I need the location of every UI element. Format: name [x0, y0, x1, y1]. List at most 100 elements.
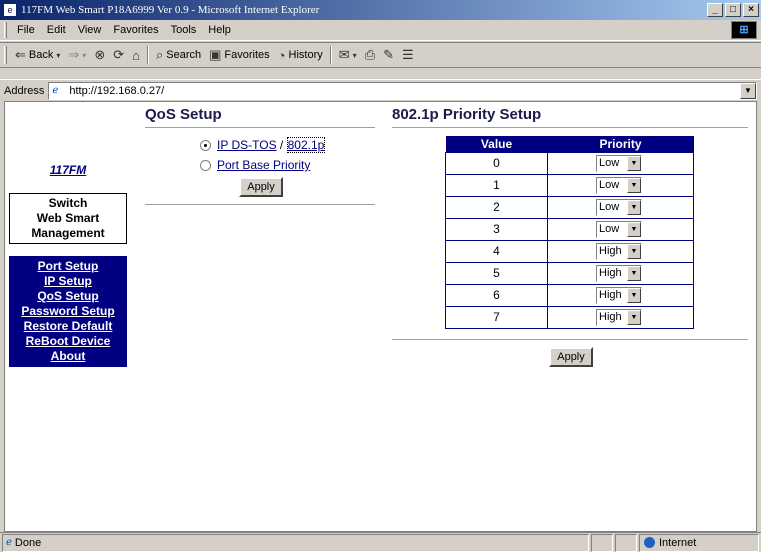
menu-help[interactable]: Help — [202, 24, 237, 36]
close-button[interactable]: × — [743, 3, 759, 17]
dropdown-arrow-icon[interactable]: ▼ — [627, 287, 641, 303]
dropdown-arrow-icon[interactable]: ▼ — [627, 199, 641, 215]
toolbar-separator — [146, 46, 149, 64]
globe-icon — [644, 537, 655, 548]
nav-password-setup[interactable]: Password Setup — [9, 304, 127, 319]
priority-bottom-divider — [392, 338, 748, 340]
qos-apply-wrap: Apply — [145, 177, 375, 197]
ie-page-icon: e — [3, 3, 17, 17]
toolbar-grip — [4, 46, 7, 64]
dropdown-arrow-icon[interactable]: ▼ — [627, 221, 641, 237]
address-dropdown-icon[interactable]: ▼ — [740, 82, 756, 99]
left-nav: 117FM Switch Web Smart Management Port S… — [9, 106, 127, 367]
ie-page-icon: ℯ — [6, 537, 12, 548]
address-bar: Address ℯ http://192.168.0.27/ ▼ — [0, 79, 761, 101]
value-cell: 1 — [445, 173, 548, 197]
maximize-button[interactable]: □ — [725, 3, 741, 17]
discuss-button[interactable]: ☰ — [398, 44, 418, 66]
menu-favorites[interactable]: Favorites — [107, 24, 164, 36]
toolbar: ⇐ Back ▾ ⇒ ▾ ⊗ ⟳ ⌂ ⌕ Search ▣ Favorites … — [0, 42, 761, 68]
port-base-priority-link[interactable]: Port Base Priority — [217, 158, 310, 172]
priority-divider — [392, 127, 748, 128]
discuss-icon: ☰ — [402, 47, 414, 62]
priority-select[interactable]: High ▼ — [596, 242, 642, 260]
802-1p-link[interactable]: 802.1p — [286, 137, 326, 153]
priority-select[interactable]: Low ▼ — [596, 198, 642, 216]
back-button[interactable]: ⇐ Back ▾ — [11, 44, 64, 66]
home-icon: ⌂ — [132, 47, 140, 63]
dropdown-arrow-icon[interactable]: ▼ — [627, 243, 641, 259]
nav-restore-default[interactable]: Restore Default — [9, 319, 127, 334]
dropdown-arrow-icon[interactable]: ▼ — [627, 155, 641, 171]
menu-view[interactable]: View — [72, 24, 108, 36]
priority-cell: Low ▼ — [547, 217, 694, 241]
priority-select[interactable]: Low ▼ — [596, 176, 642, 194]
table-row: 5 High ▼ — [445, 261, 694, 285]
priority-cell: High ▼ — [547, 261, 694, 285]
priority-select[interactable]: Low ▼ — [596, 154, 642, 172]
stop-icon: ⊗ — [94, 47, 106, 62]
menu-bar: File Edit View Favorites Tools Help ⊞ — [0, 20, 761, 41]
home-button[interactable]: ⌂ — [128, 44, 144, 66]
value-cell: 5 — [445, 261, 548, 285]
table-row: 4 High ▼ — [445, 239, 694, 263]
value-cell: 3 — [445, 217, 548, 241]
edit-icon: ✎ — [383, 47, 394, 62]
priority-select[interactable]: High ▼ — [596, 308, 642, 326]
switch-title-line: Web Smart — [36, 211, 100, 225]
menu-edit[interactable]: Edit — [41, 24, 72, 36]
priority-select[interactable]: High ▼ — [596, 286, 642, 304]
nav-about[interactable]: About — [9, 349, 127, 364]
priority-title: 802.1p Priority Setup — [392, 106, 542, 123]
priority-select-value: High — [599, 311, 622, 323]
dropdown-arrow-icon[interactable]: ▼ — [627, 309, 641, 325]
priority-cell: Low ▼ — [547, 173, 694, 197]
nav-qos-setup[interactable]: QoS Setup — [9, 289, 127, 304]
priority-table: Value Priority 0 Low ▼ 1 Low ▼ 2 Low ▼ 3… — [445, 136, 694, 329]
search-button[interactable]: ⌕ Search — [152, 44, 205, 66]
history-button[interactable]: ◔ History — [274, 44, 327, 66]
nav-port-setup[interactable]: Port Setup — [9, 259, 127, 274]
table-row: 7 High ▼ — [445, 305, 694, 329]
security-zone: Internet — [639, 533, 759, 552]
qos-option-separator: / — [276, 138, 287, 152]
nav-menu: Port Setup IP Setup QoS Setup Password S… — [9, 256, 127, 367]
menu-file[interactable]: File — [11, 24, 41, 36]
col-header-priority: Priority — [547, 136, 694, 152]
priority-cell: Low ▼ — [547, 195, 694, 219]
value-cell: 2 — [445, 195, 548, 219]
ie-page-icon: ℯ — [52, 84, 59, 96]
status-main: ℯ Done — [2, 533, 589, 552]
stop-button[interactable]: ⊗ — [90, 44, 109, 66]
favorites-button[interactable]: ▣ Favorites — [205, 44, 274, 66]
refresh-button[interactable]: ⟳ — [109, 44, 128, 66]
favorites-label: Favorites — [224, 49, 270, 61]
print-button[interactable]: ⎙ — [361, 44, 379, 66]
back-dropdown-icon: ▾ — [56, 50, 61, 60]
priority-select[interactable]: Low ▼ — [596, 220, 642, 238]
priority-select[interactable]: High ▼ — [596, 264, 642, 282]
nav-reboot-device[interactable]: ReBoot Device — [9, 334, 127, 349]
qos-apply-button[interactable]: Apply — [239, 177, 283, 197]
toolbar-separator — [329, 46, 332, 64]
qos-section: QoS Setup IP DS-TOS / 802.1p Port Base P… — [145, 106, 375, 205]
qos-radio-ds-tos[interactable] — [200, 139, 211, 151]
brand-link[interactable]: 117FM — [9, 163, 127, 177]
status-bar: ℯ Done Internet — [0, 532, 761, 552]
address-input[interactable]: ℯ http://192.168.0.27/ ▼ — [48, 81, 757, 100]
nav-ip-setup[interactable]: IP Setup — [9, 274, 127, 289]
dropdown-arrow-icon[interactable]: ▼ — [627, 177, 641, 193]
ip-ds-tos-link[interactable]: IP DS-TOS — [217, 138, 277, 152]
address-url[interactable]: http://192.168.0.27/ — [69, 85, 740, 97]
forward-button[interactable]: ⇒ ▾ — [64, 44, 90, 66]
edit-button[interactable]: ✎ — [379, 44, 398, 66]
minimize-button[interactable]: _ — [707, 3, 723, 17]
priority-apply-button[interactable]: Apply — [549, 346, 593, 367]
priority-select-value: Low — [599, 223, 620, 235]
qos-radio-port-base[interactable] — [200, 159, 211, 171]
window-title-bar: e 117FM Web Smart P18A6999 Ver 0.9 - Mic… — [0, 0, 761, 20]
status-cell — [591, 533, 613, 552]
dropdown-arrow-icon[interactable]: ▼ — [627, 265, 641, 281]
mail-button[interactable]: ✉ ▾ — [335, 44, 361, 66]
menu-tools[interactable]: Tools — [165, 24, 203, 36]
